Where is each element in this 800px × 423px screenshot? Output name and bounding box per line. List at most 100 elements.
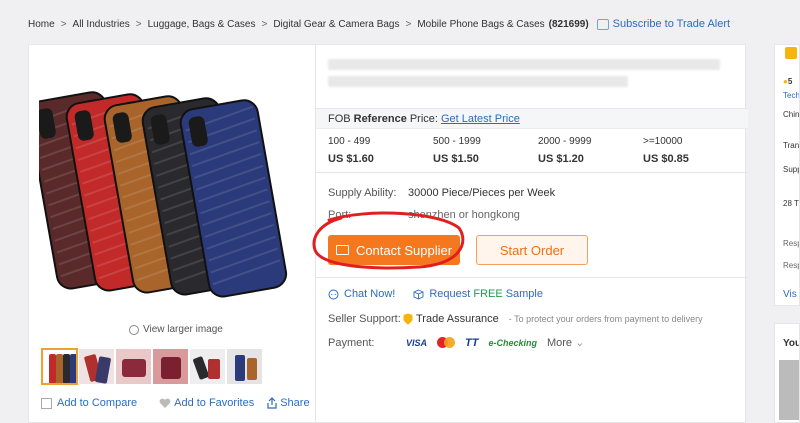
tier-price: US $0.85: [643, 153, 689, 165]
contact-supplier-label: Contact Supplier: [355, 242, 453, 258]
breadcrumb-count: (821699): [548, 18, 589, 30]
fob-header: FOB Reference Price: Get Latest Price: [316, 109, 748, 129]
thumbnail[interactable]: [226, 348, 263, 385]
chevron-down-icon: ⌄: [575, 337, 585, 349]
view-larger-label: View larger image: [143, 324, 223, 335]
price-label: Price:: [409, 112, 438, 125]
tier-price: US $1.20: [538, 153, 584, 165]
supplier-card: ●5 Tech Chin Tran Supp 28 T Resp Resp Vi…: [774, 44, 800, 306]
breadcrumb-luggage[interactable]: Luggage, Bags & Cases: [148, 19, 256, 30]
tier-quantity: 100 - 499: [328, 136, 371, 147]
payment-row: Payment: VISA TT e-Checking More ⌄: [328, 336, 584, 350]
thumbnail-strip: [41, 348, 263, 385]
add-to-compare-link[interactable]: Add to Compare: [57, 397, 137, 409]
share-link[interactable]: Share: [280, 397, 309, 409]
add-to-favorites-link[interactable]: Add to Favorites: [174, 397, 254, 409]
product-main-image[interactable]: [39, 85, 305, 360]
product-title-redacted: [328, 59, 720, 93]
supply-ability: Supply Ability: 30000 Piece/Pieces per W…: [328, 187, 555, 199]
compare-checkbox[interactable]: [41, 397, 52, 409]
related-image[interactable]: [779, 360, 799, 420]
gold-supplier-icon: [785, 47, 797, 59]
thumbnail[interactable]: [152, 348, 189, 385]
port-label: Port:: [328, 209, 352, 221]
visa-icon: VISA: [406, 337, 428, 348]
supplier-name[interactable]: Tech: [783, 91, 799, 100]
request-label[interactable]: Request: [429, 288, 470, 300]
supply-ability-label: Supply Ability:: [328, 187, 397, 199]
thumbnail[interactable]: [115, 348, 152, 385]
tier-price: US $1.60: [328, 153, 374, 165]
start-order-label: Start Order: [499, 242, 565, 258]
envelope-icon: [335, 245, 349, 255]
start-order-button[interactable]: Start Order: [476, 235, 588, 265]
breadcrumb-phone-cases[interactable]: Mobile Phone Bags & Cases: [417, 19, 544, 30]
price-tier: 2000 - 9999 US $1.20: [538, 136, 643, 165]
divider: [316, 277, 748, 278]
seller-support-label: Seller Support:: [328, 313, 401, 325]
heart-icon: [159, 398, 171, 408]
echecking-icon: e-Checking: [488, 337, 537, 348]
port-row: Port: shenzhen or hongkong: [328, 209, 520, 221]
product-panel: View larger image Add to Compare Add to …: [28, 44, 748, 423]
tier-price: US $1.50: [433, 153, 479, 165]
breadcrumb-separator: >: [135, 18, 142, 30]
more-payment-link[interactable]: More ⌄: [547, 336, 584, 349]
free-label: FREE: [473, 288, 503, 300]
thumbnail[interactable]: [78, 348, 115, 385]
chat-row: Chat Now! Request FREE Sample: [328, 288, 543, 300]
subscribe-icon: [596, 18, 609, 30]
subscribe-label: Subscribe to Trade Alert: [612, 18, 731, 30]
breadcrumb-separator: >: [405, 18, 412, 30]
price-tier: 500 - 1999 US $1.50: [433, 136, 538, 165]
chat-now-link[interactable]: Chat Now!: [344, 288, 395, 300]
breadcrumb-separator: >: [60, 18, 67, 30]
get-latest-price-link[interactable]: Get Latest Price: [441, 113, 520, 125]
transactions-label: Tran: [783, 141, 800, 150]
breadcrumb-digital-gear[interactable]: Digital Gear & Camera Bags: [273, 19, 399, 30]
contact-supplier-button[interactable]: Contact Supplier: [328, 235, 460, 265]
fob-label: FOB: [328, 112, 351, 125]
subscribe-trade-alert-link[interactable]: Subscribe to Trade Alert: [596, 18, 731, 30]
supplier-rating: ●5: [783, 77, 793, 86]
related-heading: You: [783, 338, 800, 349]
sample-label[interactable]: Sample: [506, 288, 543, 300]
transactions-count: 28 T: [783, 199, 799, 208]
seller-support: Seller Support: Trade Assurance - To pro…: [328, 313, 703, 325]
zoom-icon: [129, 324, 139, 335]
price-tier: 100 - 499 US $1.60: [328, 136, 433, 165]
supplier-type: Supp: [783, 165, 800, 174]
response-time: Resp: [783, 261, 800, 270]
port-value: shenzhen or hongkong: [408, 209, 520, 221]
price-box: FOB Reference Price: Get Latest Price 10…: [316, 108, 748, 173]
breadcrumb-separator: >: [261, 18, 268, 30]
response-rate: Resp: [783, 239, 800, 248]
tier-quantity: 500 - 1999: [433, 136, 481, 147]
product-actions: Add to Compare Add to Favorites Share: [41, 397, 310, 409]
product-gallery: View larger image Add to Compare Add to …: [29, 45, 315, 423]
payment-label: Payment:: [328, 336, 375, 349]
breadcrumb-all-industries[interactable]: All Industries: [73, 19, 130, 30]
supply-ability-value: 30000 Piece/Pieces per Week: [408, 187, 556, 199]
trade-assurance-note: - To protect your orders from payment to…: [508, 314, 703, 324]
trade-assurance-icon: [403, 313, 413, 325]
more-label: More: [546, 337, 573, 349]
tier-quantity: 2000 - 9999: [538, 136, 592, 147]
mastercard-icon: [437, 337, 456, 348]
price-tier: >=10000 US $0.85: [643, 136, 748, 165]
visit-store-link[interactable]: Vis: [783, 289, 797, 300]
share-icon: [267, 397, 277, 409]
trade-assurance-label[interactable]: Trade Assurance: [416, 313, 499, 325]
product-info: FOB Reference Price: Get Latest Price 10…: [312, 45, 748, 423]
price-tiers: 100 - 499 US $1.60 500 - 1999 US $1.50 2…: [316, 136, 748, 165]
tt-icon: TT: [465, 336, 479, 349]
breadcrumb-home[interactable]: Home: [28, 19, 55, 30]
reference-label: Reference: [353, 112, 407, 125]
thumbnail[interactable]: [189, 348, 226, 385]
tier-quantity: >=10000: [643, 136, 683, 147]
thumbnail[interactable]: [41, 348, 78, 385]
sample-box-icon: [413, 289, 424, 299]
view-larger-link[interactable]: View larger image: [129, 324, 223, 335]
related-card: You: [774, 323, 800, 423]
supplier-country: Chin: [783, 110, 800, 119]
